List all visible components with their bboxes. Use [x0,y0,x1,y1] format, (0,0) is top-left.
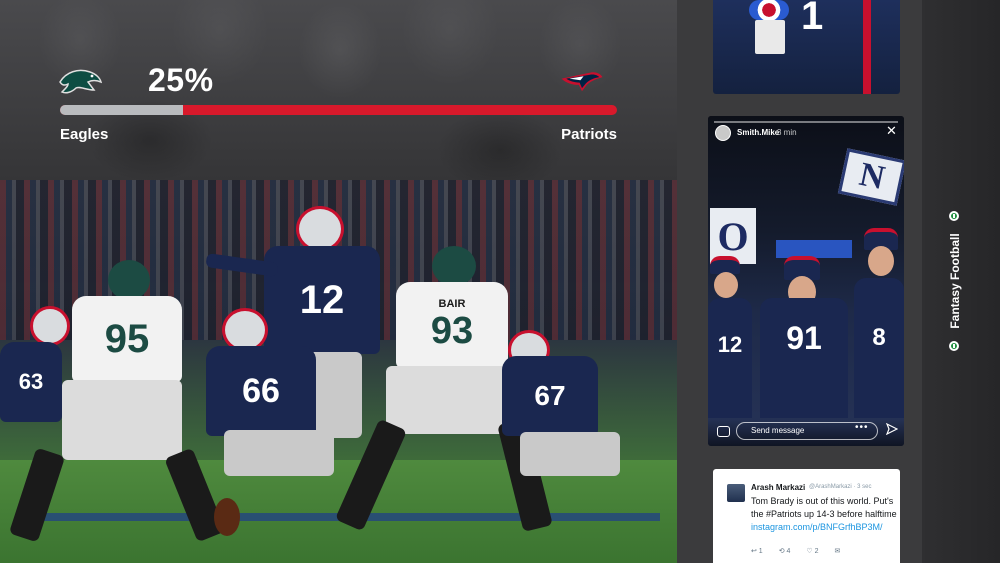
game-photo[interactable]: 95 12 BAIR 93 66 67 63 [0,180,677,563]
patriots-logo-icon [561,72,603,92]
player-pants [62,380,182,460]
jersey-number: 1 [801,0,824,38]
player-pants [224,430,334,476]
fan-head [714,272,738,298]
fan-head [868,246,894,276]
feed-photo-tile[interactable]: 1 [713,0,900,94]
player-helmet [108,260,150,300]
player-helmet [432,246,476,286]
jersey-number: 95 [104,316,150,361]
tweet-actions: ↩ 1 ⟲ 4 ♡ 2 ✉ [751,547,891,555]
team-label-eagles: Eagles [60,126,109,143]
jersey-number: 67 [534,380,566,411]
football-icon [949,341,959,351]
poll-progress-bar [60,105,617,115]
poll-progress-fill [60,105,183,115]
send-icon[interactable] [886,423,898,435]
player-jersey: 95 [72,296,182,382]
fantasy-football-tab[interactable]: Fantasy Football [948,233,962,328]
jersey-number: 8 [872,324,886,351]
team-poll-banner: 25% Eagles Patriots [0,0,677,180]
ribbon-decoration [749,0,789,20]
player-jersey: 67 [502,356,598,436]
football-icon [214,498,240,536]
player-jersey: 66 [206,346,316,436]
tweet-text: Tom Brady is out of this world. Put's th… [751,496,897,519]
story-timestamp: 3 min [777,128,797,137]
camera-icon[interactable] [717,426,730,437]
jersey-number: 66 [242,371,280,410]
tweet-author-handle: @ArashMarkazi · 3 sec [809,484,872,490]
eagles-logo-icon [59,69,102,94]
jersey-number: 12 [717,332,743,357]
jersey-name: BAIR [438,297,466,310]
player-jersey: 12 [264,246,380,354]
fan-jersey: 12 [708,298,752,418]
close-icon[interactable]: ✕ [886,124,897,137]
story-username[interactable]: Smith.Mike [737,128,779,137]
more-icon[interactable]: ••• [855,422,869,433]
player-helmet [30,306,70,346]
team-label-patriots: Patriots [561,126,617,143]
player-jersey: 63 [0,342,62,422]
tweet-author-name[interactable]: Arash Markazi [751,483,805,492]
avatar[interactable] [727,484,745,502]
like-button[interactable]: ♡ 2 [806,547,818,555]
jersey-number: 12 [299,277,345,322]
message-button[interactable]: ✉ [835,547,841,555]
football-icon [949,211,959,221]
jersey-number: 91 [786,320,822,356]
reply-button[interactable]: ↩ 1 [751,547,763,555]
player-jersey: BAIR 93 [396,282,508,368]
tweet-card[interactable]: Arash Markazi @ArashMarkazi · 3 sec Tom … [713,469,900,563]
player-pants [520,432,620,476]
story-progress-bar [714,121,898,123]
tweet-link[interactable]: instagram.com/p/BNFGrfhBP3M/ [751,522,883,532]
fan-jersey: 8 [854,278,904,418]
retweet-button[interactable]: ⟲ 4 [779,547,791,555]
poll-percentage: 25% [148,62,214,98]
lanyard-badge [755,20,785,54]
sleeve-stripe [863,0,871,94]
fan-jersey: 91 [760,298,848,418]
stadium-screen [776,240,852,258]
avatar[interactable] [715,125,731,141]
jersey-number: 63 [18,369,44,394]
jersey-number: 93 [430,309,474,352]
instagram-story-card[interactable]: O N 12 91 8 Smith.Mike 3 min ✕ Send mess… [708,116,904,446]
tweet-body: Tom Brady is out of this world. Put's th… [751,495,899,534]
